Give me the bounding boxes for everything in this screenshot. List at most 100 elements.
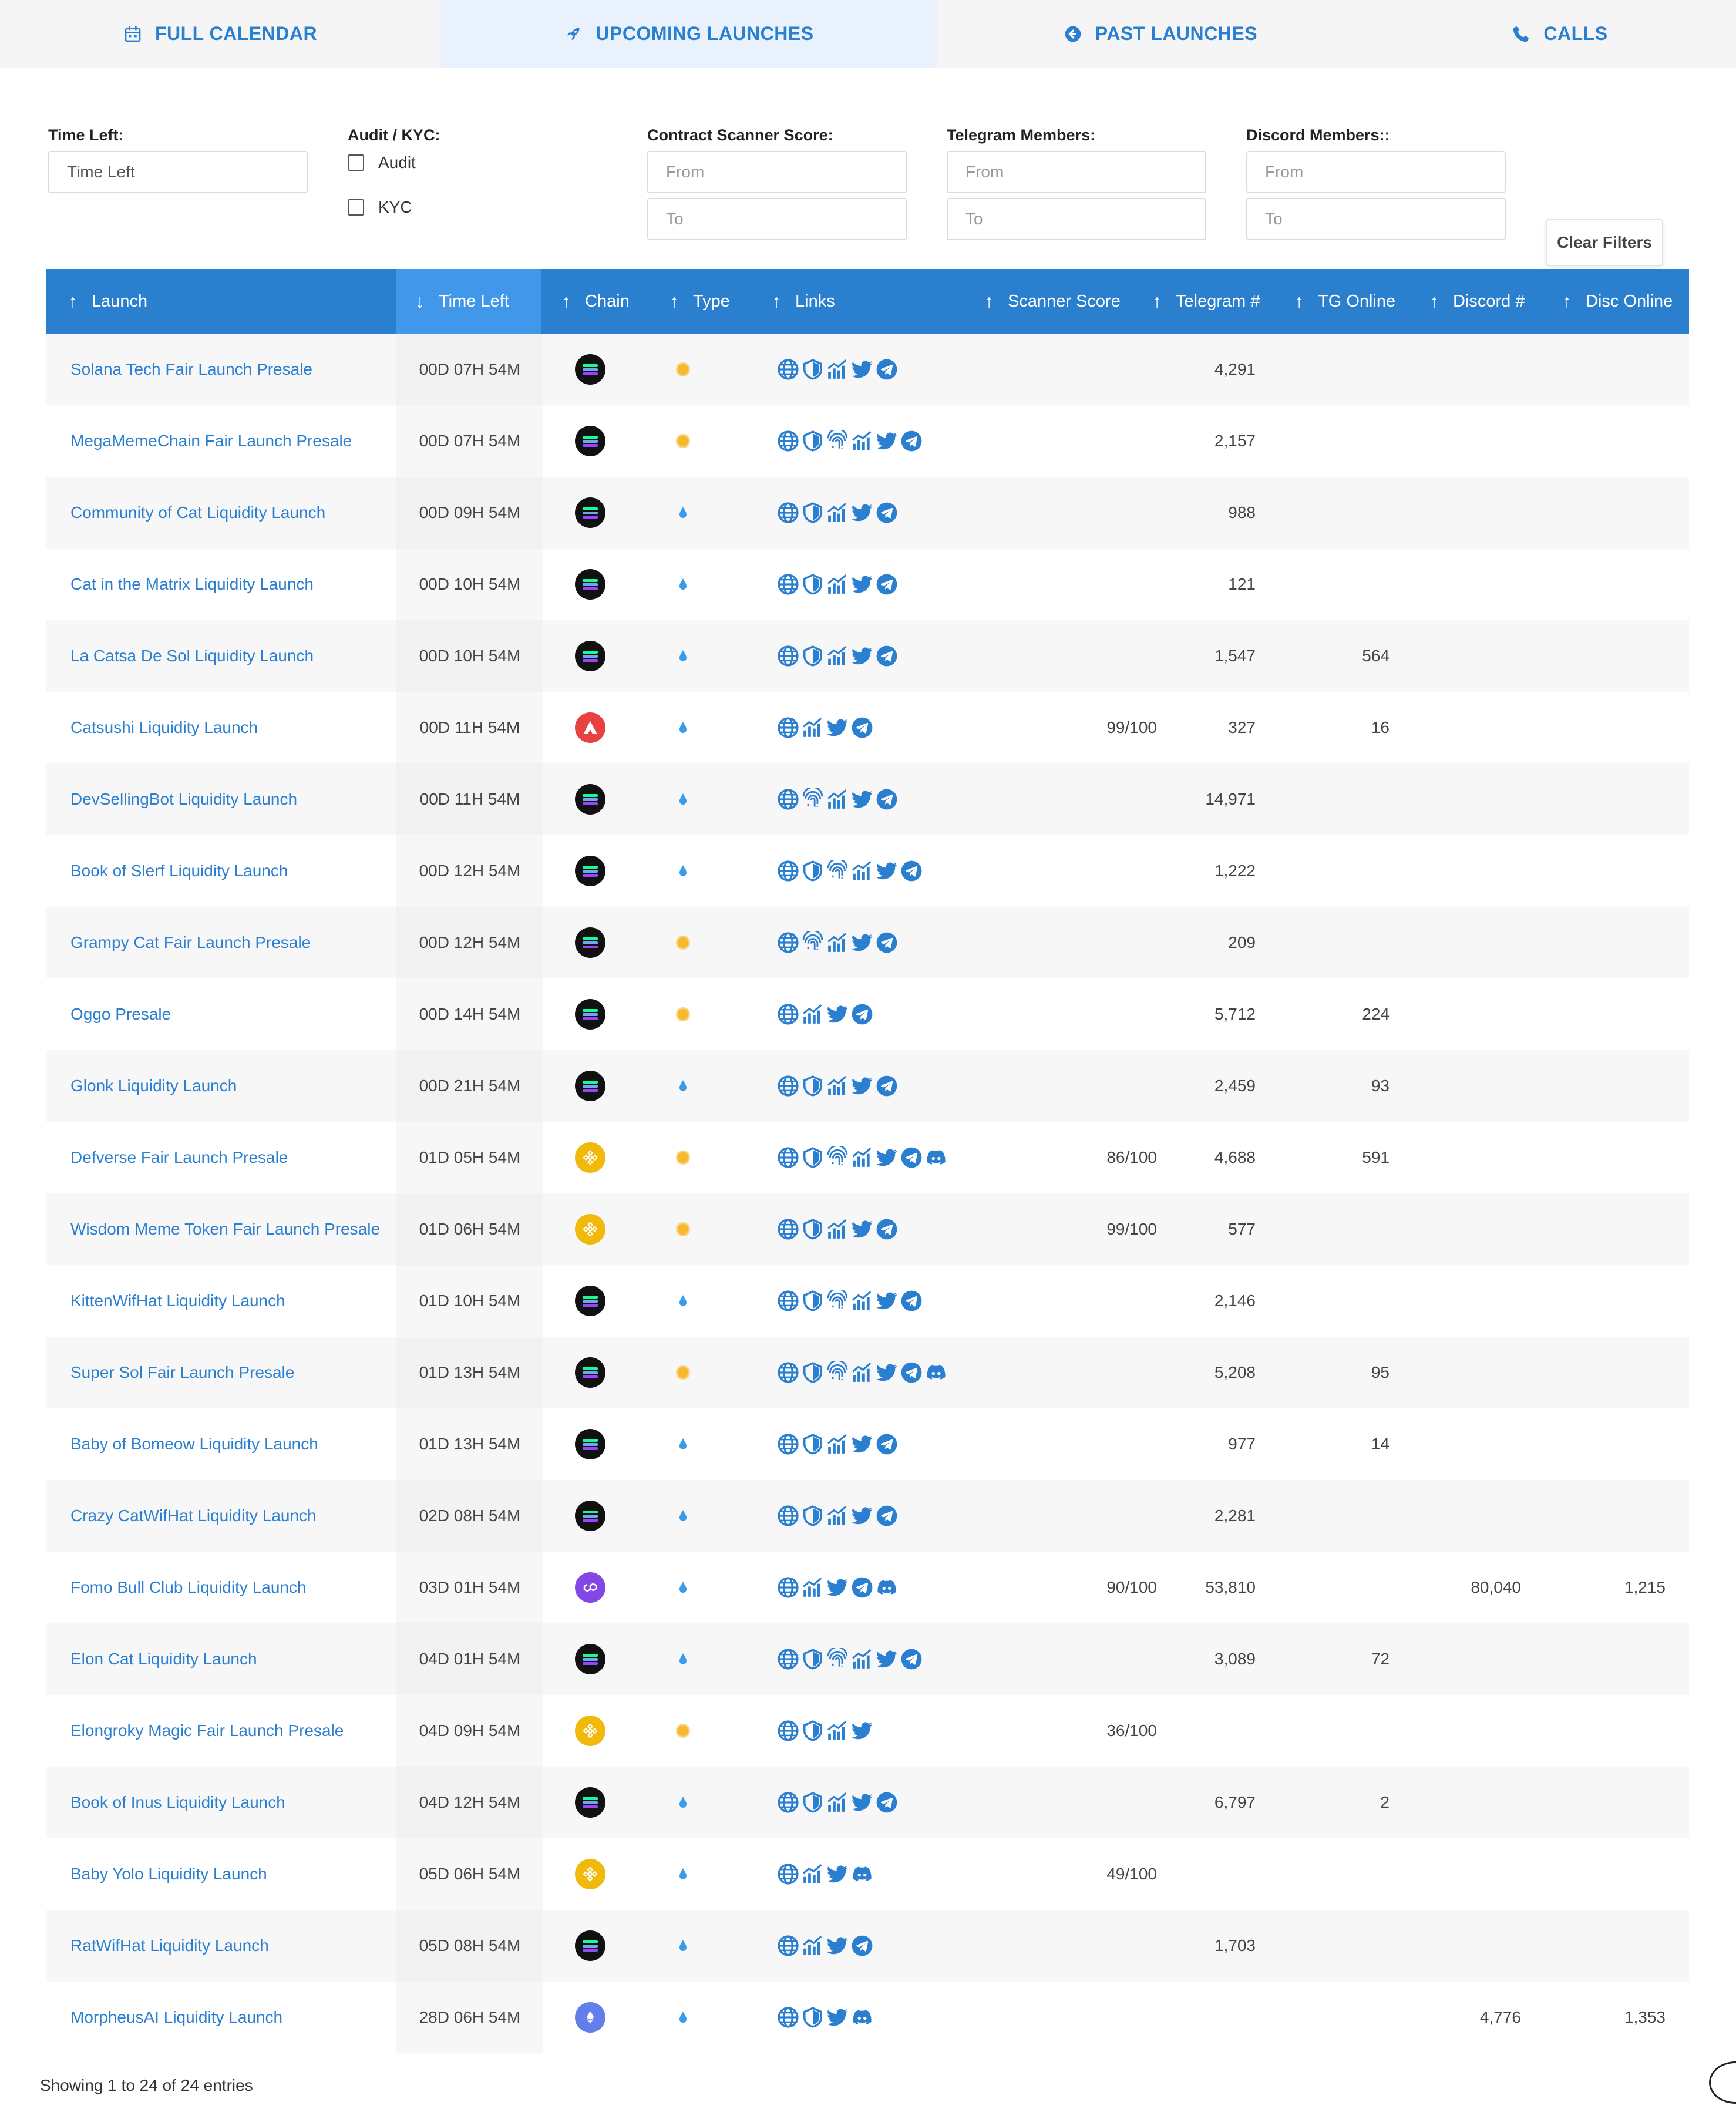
launch-name-link[interactable]: Elongroky Magic Fair Launch Presale [46, 1695, 396, 1767]
col-chain[interactable]: ↑ Chain [561, 269, 655, 334]
website-icon[interactable] [777, 1003, 799, 1025]
website-icon[interactable] [777, 1361, 799, 1384]
telegram-icon[interactable] [900, 1146, 923, 1169]
chart-icon[interactable] [826, 1720, 849, 1742]
launch-name-link[interactable]: Book of Slerf Liquidity Launch [46, 835, 396, 907]
website-icon[interactable] [777, 645, 799, 667]
audit-checkbox[interactable] [348, 154, 364, 171]
col-disc-online[interactable]: ↑ Disc Online [1562, 269, 1691, 334]
twitter-icon[interactable] [851, 1218, 873, 1240]
discord-icon[interactable] [925, 1146, 947, 1169]
audit-shield-icon[interactable] [802, 1218, 824, 1240]
kyc-fingerprint-icon[interactable] [826, 860, 849, 882]
telegram-icon[interactable] [851, 1935, 873, 1957]
audit-shield-icon[interactable] [802, 645, 824, 667]
chart-icon[interactable] [826, 788, 849, 810]
twitter-icon[interactable] [876, 1361, 898, 1384]
twitter-icon[interactable] [851, 573, 873, 596]
scanner-to-input[interactable]: To [647, 198, 907, 240]
chart-icon[interactable] [851, 860, 873, 882]
chart-icon[interactable] [851, 1290, 873, 1312]
twitter-icon[interactable] [826, 1935, 849, 1957]
telegram-icon[interactable] [900, 1648, 923, 1670]
launch-name-link[interactable]: Baby of Bomeow Liquidity Launch [46, 1408, 396, 1480]
twitter-icon[interactable] [876, 430, 898, 452]
audit-shield-icon[interactable] [802, 1290, 824, 1312]
twitter-icon[interactable] [876, 1648, 898, 1670]
col-telegram[interactable]: ↑ Telegram # [1152, 269, 1281, 334]
launch-name-link[interactable]: RatWifHat Liquidity Launch [46, 1910, 396, 1982]
time-left-select[interactable]: Time Left [48, 151, 308, 193]
website-icon[interactable] [777, 1720, 799, 1742]
chart-icon[interactable] [851, 1146, 873, 1169]
launch-name-link[interactable]: Book of Inus Liquidity Launch [46, 1767, 396, 1838]
audit-shield-icon[interactable] [802, 1505, 824, 1527]
telegram-icon[interactable] [900, 1361, 923, 1384]
col-type[interactable]: ↑ Type [669, 269, 752, 334]
discord-to-input[interactable]: To [1246, 198, 1506, 240]
col-time-left[interactable]: ↓ Time Left [396, 269, 541, 334]
launch-name-link[interactable]: Elon Cat Liquidity Launch [46, 1623, 396, 1695]
launch-name-link[interactable]: KittenWifHat Liquidity Launch [46, 1265, 396, 1337]
chart-icon[interactable] [826, 1791, 849, 1814]
twitter-icon[interactable] [876, 1290, 898, 1312]
chart-icon[interactable] [851, 1361, 873, 1384]
chart-icon[interactable] [826, 1075, 849, 1097]
launch-name-link[interactable]: MorpheusAI Liquidity Launch [46, 1982, 396, 2053]
audit-shield-icon[interactable] [802, 860, 824, 882]
launch-name-link[interactable]: Community of Cat Liquidity Launch [46, 477, 396, 549]
launch-name-link[interactable]: MegaMemeChain Fair Launch Presale [46, 405, 396, 477]
telegram-icon[interactable] [851, 717, 873, 739]
launch-name-link[interactable]: Baby Yolo Liquidity Launch [46, 1838, 396, 1910]
chart-icon[interactable] [826, 358, 849, 381]
twitter-icon[interactable] [851, 1791, 873, 1814]
chart-icon[interactable] [826, 931, 849, 954]
website-icon[interactable] [777, 860, 799, 882]
website-icon[interactable] [777, 1433, 799, 1455]
tab-calls[interactable]: CALLS [1384, 0, 1736, 68]
chart-icon[interactable] [851, 430, 873, 452]
twitter-icon[interactable] [851, 931, 873, 954]
telegram-icon[interactable] [876, 1791, 898, 1814]
kyc-checkbox-row[interactable]: KYC [348, 198, 440, 217]
telegram-icon[interactable] [876, 788, 898, 810]
twitter-icon[interactable] [826, 2006, 849, 2029]
discord-from-input[interactable]: From [1246, 151, 1506, 193]
twitter-icon[interactable] [826, 717, 849, 739]
telegram-to-input[interactable]: To [947, 198, 1206, 240]
audit-shield-icon[interactable] [802, 1075, 824, 1097]
twitter-icon[interactable] [851, 1433, 873, 1455]
launch-name-link[interactable]: Solana Tech Fair Launch Presale [46, 334, 396, 405]
col-tg-online[interactable]: ↑ TG Online [1294, 269, 1424, 334]
launch-name-link[interactable]: Grampy Cat Fair Launch Presale [46, 907, 396, 978]
chart-icon[interactable] [826, 573, 849, 596]
website-icon[interactable] [777, 1648, 799, 1670]
audit-shield-icon[interactable] [802, 2006, 824, 2029]
launch-name-link[interactable]: La Catsa De Sol Liquidity Launch [46, 620, 396, 692]
telegram-from-input[interactable]: From [947, 151, 1206, 193]
audit-shield-icon[interactable] [802, 430, 824, 452]
twitter-icon[interactable] [851, 1505, 873, 1527]
launch-name-link[interactable]: Glonk Liquidity Launch [46, 1050, 396, 1122]
chart-icon[interactable] [826, 645, 849, 667]
twitter-icon[interactable] [851, 788, 873, 810]
launch-name-link[interactable]: Defverse Fair Launch Presale [46, 1122, 396, 1193]
telegram-icon[interactable] [900, 430, 923, 452]
telegram-icon[interactable] [876, 1433, 898, 1455]
twitter-icon[interactable] [851, 1075, 873, 1097]
website-icon[interactable] [777, 502, 799, 524]
telegram-icon[interactable] [876, 1218, 898, 1240]
audit-shield-icon[interactable] [802, 1146, 824, 1169]
audit-shield-icon[interactable] [802, 1361, 824, 1384]
audit-shield-icon[interactable] [802, 502, 824, 524]
kyc-fingerprint-icon[interactable] [826, 1290, 849, 1312]
audit-shield-icon[interactable] [802, 1648, 824, 1670]
discord-icon[interactable] [925, 1361, 947, 1384]
website-icon[interactable] [777, 1290, 799, 1312]
audit-shield-icon[interactable] [802, 1720, 824, 1742]
chart-icon[interactable] [826, 1505, 849, 1527]
twitter-icon[interactable] [876, 860, 898, 882]
chart-icon[interactable] [802, 1003, 824, 1025]
website-icon[interactable] [777, 1218, 799, 1240]
website-icon[interactable] [777, 1075, 799, 1097]
